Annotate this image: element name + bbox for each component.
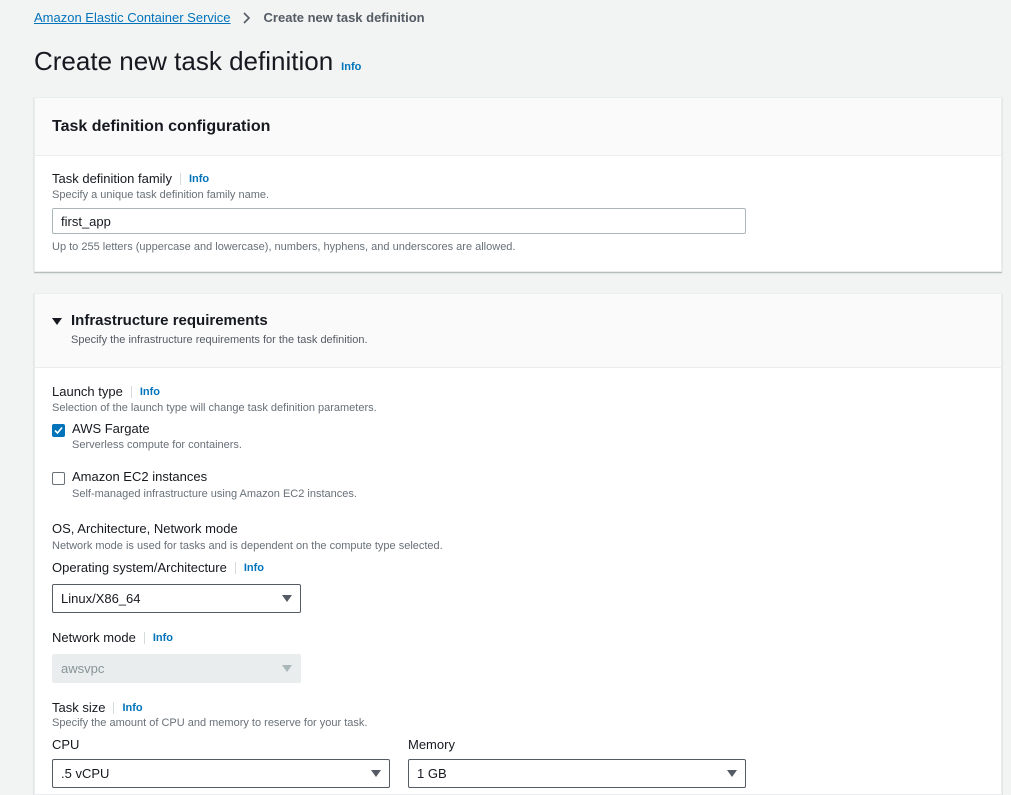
dropdown-arrow-icon [727,770,737,777]
panel-header[interactable]: Infrastructure requirements Specify the … [35,294,1001,368]
memory-select[interactable]: 1 GB [408,759,746,788]
os-label: Operating system/Architecture [52,560,227,575]
ec2-checkbox[interactable] [52,472,65,485]
task-size-description: Specify the amount of CPU and memory to … [52,717,368,729]
os-group-label: OS, Architecture, Network mode [52,521,238,536]
fargate-option-label[interactable]: AWS Fargate [72,421,150,436]
page-info-link[interactable]: Info [341,61,361,73]
task-size-label-row: Task size Info [52,700,143,715]
breadcrumb-link-ecs[interactable]: Amazon Elastic Container Service [34,10,231,25]
ec2-option-label[interactable]: Amazon EC2 instances [72,469,207,484]
cpu-select-value: .5 vCPU [61,766,110,781]
dropdown-arrow-icon [282,665,292,672]
network-mode-label: Network mode [52,630,136,645]
check-icon [54,426,63,435]
family-label-row: Task definition family Info [52,171,209,186]
launch-type-label-row: Launch type Info [52,384,160,399]
memory-label: Memory [408,737,455,752]
page-title: Create new task definition [34,46,334,76]
breadcrumb: Amazon Elastic Container Service Create … [34,10,425,25]
family-input-value: first_app [61,213,111,229]
task-size-label: Task size [52,700,106,715]
fargate-checkbox[interactable] [52,424,65,437]
network-mode-select: awsvpc [52,654,301,683]
dropdown-arrow-icon [282,595,292,602]
launch-type-label: Launch type [52,384,123,399]
breadcrumb-current: Create new task definition [263,10,425,25]
panel-title: Task definition configuration [52,117,271,135]
cpu-label: CPU [52,737,80,752]
family-input[interactable]: first_app [52,208,746,234]
page-header: Create new task definition Info [34,46,361,77]
os-architecture-select[interactable]: Linux/X86_64 [52,584,301,613]
family-description: Specify a unique task definition family … [52,189,270,201]
task-size-info-link[interactable]: Info [113,701,143,714]
fargate-option-description: Serverless compute for containers. [72,439,242,451]
os-group-description: Network mode is used for tasks and is de… [52,540,443,552]
launch-type-description: Selection of the launch type will change… [52,402,377,414]
chevron-right-icon [240,11,254,25]
panel-header: Task definition configuration [35,98,1001,156]
launch-type-info-link[interactable]: Info [130,385,160,398]
dropdown-arrow-icon [371,770,381,777]
infrastructure-requirements-panel: Infrastructure requirements Specify the … [34,293,1002,795]
ec2-option-description: Self-managed infrastructure using Amazon… [72,488,357,500]
network-label-row: Network mode Info [52,630,173,645]
family-constraint: Up to 255 letters (uppercase and lowerca… [52,241,516,253]
family-label: Task definition family [52,171,172,186]
os-select-value: Linux/X86_64 [61,591,141,606]
task-definition-configuration-panel: Task definition configuration Task defin… [34,97,1002,272]
caret-down-icon[interactable] [52,318,62,325]
os-info-link[interactable]: Info [234,561,264,574]
os-label-row: Operating system/Architecture Info [52,560,264,575]
network-mode-value: awsvpc [61,661,105,676]
panel-subtitle: Specify the infrastructure requirements … [71,334,368,346]
cpu-select[interactable]: .5 vCPU [52,759,390,788]
memory-select-value: 1 GB [417,766,447,781]
network-mode-info-link[interactable]: Info [143,631,173,644]
panel-title[interactable]: Infrastructure requirements [71,312,268,329]
family-info-link[interactable]: Info [179,172,209,185]
